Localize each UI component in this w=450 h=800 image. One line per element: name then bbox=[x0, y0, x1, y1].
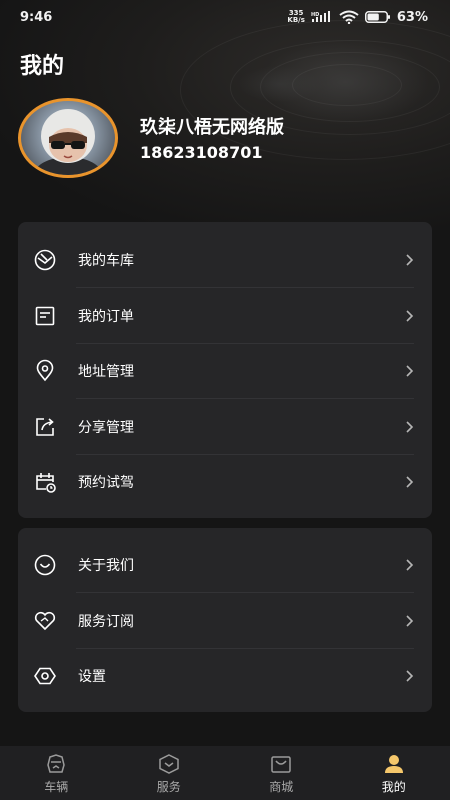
menu-item-label: 设置 bbox=[78, 668, 106, 685]
wifi-icon bbox=[339, 10, 359, 24]
avatar[interactable] bbox=[18, 98, 120, 178]
calendar-clock-icon bbox=[36, 472, 56, 493]
battery-icon bbox=[364, 11, 390, 23]
menu-item-share[interactable]: 分享管理 bbox=[18, 399, 432, 454]
user-nickname: 玖柒八梧无网络版 bbox=[140, 117, 284, 138]
tab-label: 服务 bbox=[156, 780, 181, 794]
menu-item-address[interactable]: 地址管理 bbox=[18, 343, 432, 398]
tab-label: 车辆 bbox=[44, 780, 69, 794]
menu-item-label: 我的车库 bbox=[78, 252, 134, 269]
tab-service[interactable]: 服务 bbox=[113, 746, 226, 800]
bottom-tab-bar: 车辆 服务 商城 我的 bbox=[0, 746, 450, 800]
menu-item-label: 地址管理 bbox=[78, 363, 134, 380]
settings-hexagon-icon bbox=[34, 667, 56, 684]
profile-tab-icon bbox=[384, 755, 403, 773]
menu-item-subscription[interactable]: 服务订阅 bbox=[18, 593, 432, 648]
menu-item-test-drive[interactable]: 预约试驾 bbox=[18, 454, 432, 509]
svg-text:HD: HD bbox=[311, 12, 319, 18]
share-icon bbox=[36, 417, 54, 436]
tab-label: 商城 bbox=[269, 780, 294, 794]
chevron-right-icon bbox=[406, 309, 414, 322]
network-speed: 335 KB/s bbox=[287, 9, 305, 24]
smile-icon bbox=[34, 554, 56, 575]
menu-card-primary: 我的车库 我的订单 地址管理 分享管理 预约试驾 bbox=[18, 222, 432, 518]
cellular-signal-icon: HD bbox=[311, 11, 330, 22]
chevron-right-icon bbox=[406, 558, 414, 571]
chevron-right-icon bbox=[406, 364, 414, 377]
page-title: 我的 bbox=[20, 54, 65, 79]
menu-card-secondary: 关于我们 服务订阅 设置 bbox=[18, 528, 432, 712]
menu-item-garage[interactable]: 我的车库 bbox=[18, 232, 432, 287]
menu-item-label: 分享管理 bbox=[78, 419, 134, 436]
menu-item-label: 服务订阅 bbox=[78, 613, 134, 630]
chevron-right-icon bbox=[406, 420, 414, 433]
chevron-right-icon bbox=[406, 614, 414, 627]
avatar-helmet-figure-icon bbox=[34, 109, 102, 175]
service-tab-icon bbox=[159, 754, 179, 774]
menu-item-label: 我的订单 bbox=[78, 308, 134, 325]
heart-icon bbox=[34, 611, 56, 630]
menu-item-about[interactable]: 关于我们 bbox=[18, 537, 432, 592]
chevron-right-icon bbox=[406, 669, 414, 682]
avatar-image bbox=[18, 98, 118, 178]
menu-item-label: 预约试驾 bbox=[78, 474, 134, 491]
garage-icon bbox=[34, 249, 56, 270]
location-pin-icon bbox=[36, 359, 54, 381]
status-bar: 9:46 335 KB/s HD 63% bbox=[0, 0, 450, 34]
car-tab-icon bbox=[47, 754, 66, 773]
tab-profile[interactable]: 我的 bbox=[338, 746, 450, 800]
status-time: 9:46 bbox=[20, 9, 53, 25]
menu-item-label: 关于我们 bbox=[78, 557, 134, 574]
battery-percent: 63% bbox=[396, 9, 428, 25]
tab-label: 我的 bbox=[381, 780, 406, 794]
chevron-right-icon bbox=[406, 475, 414, 488]
status-indicators: 335 KB/s HD 63% bbox=[287, 10, 428, 25]
menu-item-orders[interactable]: 我的订单 bbox=[18, 288, 432, 343]
mall-tab-icon bbox=[271, 756, 291, 773]
order-icon bbox=[35, 306, 55, 325]
tab-mall[interactable]: 商城 bbox=[225, 746, 338, 800]
tab-vehicle[interactable]: 车辆 bbox=[0, 746, 113, 800]
menu-item-settings[interactable]: 设置 bbox=[18, 648, 432, 703]
user-phone: 18623108701 bbox=[140, 143, 263, 162]
chevron-right-icon bbox=[406, 253, 414, 266]
